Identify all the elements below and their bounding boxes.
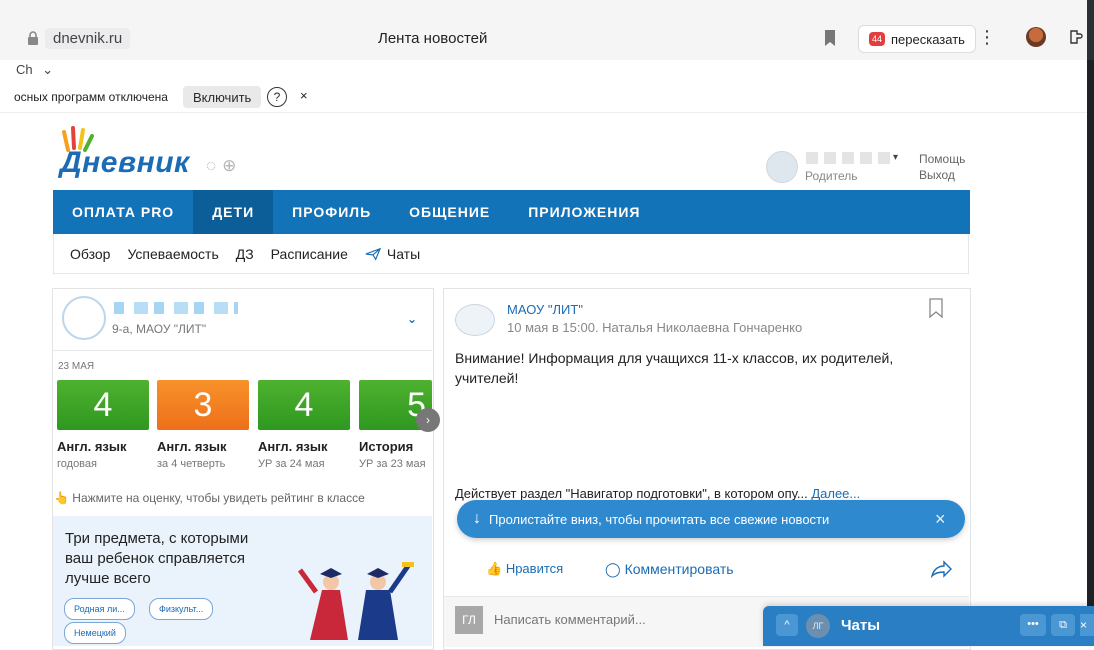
comment-bubble-icon: ◯ xyxy=(605,561,621,577)
divider xyxy=(53,350,432,351)
header-icons: ◌⊕ xyxy=(206,156,242,176)
grade-subject: История xyxy=(359,439,414,454)
profile-strip xyxy=(0,60,1094,82)
browser-menu-button[interactable]: ⋮ xyxy=(978,27,996,48)
grade-tile[interactable]: 4 xyxy=(258,380,350,430)
subnav-homework[interactable]: ДЗ xyxy=(236,246,254,262)
bookmark-icon[interactable] xyxy=(822,29,838,47)
read-more-link[interactable]: Далее... xyxy=(811,486,860,501)
retell-button[interactable]: 44 пересказать xyxy=(858,25,976,53)
post-preview: Действует раздел "Навигатор подготовки",… xyxy=(455,486,860,501)
child-avatar[interactable] xyxy=(62,296,106,340)
chevron-up-icon[interactable]: ^ xyxy=(776,614,798,636)
nav-communication[interactable]: ОБЩЕНИЕ xyxy=(390,190,509,234)
grade-note: УР за 24 мая xyxy=(258,458,325,470)
retell-badge-icon: 44 xyxy=(869,32,885,46)
nav-apps[interactable]: ПРИЛОЖЕНИЯ xyxy=(509,190,659,234)
retell-label: пересказать xyxy=(891,31,965,47)
window-edge xyxy=(1087,0,1094,60)
more-icon[interactable]: ••• xyxy=(1020,614,1046,636)
subnav-overview[interactable]: Обзор xyxy=(70,246,110,262)
subnav-chats[interactable]: Чаты xyxy=(365,246,420,262)
close-plugin-bar-button[interactable]: × xyxy=(300,88,308,103)
commenter-avatar: ГЛ xyxy=(455,606,483,634)
school-logo[interactable] xyxy=(455,304,495,336)
user-avatar[interactable] xyxy=(766,151,798,183)
plugin-message: осных программ отключена xyxy=(14,90,168,104)
enable-plugins-button[interactable]: Включить xyxy=(183,86,262,108)
arrow-down-icon: ↓ xyxy=(473,510,481,527)
user-name-redacted[interactable] xyxy=(806,152,892,164)
post-author[interactable]: МАОУ "ЛИТ" xyxy=(507,302,583,317)
grades-date: 23 МАЯ xyxy=(58,361,95,372)
post-meta: 10 мая в 15:00. Наталья Николаевна Гонча… xyxy=(507,320,803,335)
graduates-illustration xyxy=(297,562,414,640)
rating-hint-text: Нажмите на оценку, чтобы увидеть рейтинг… xyxy=(72,491,365,505)
nav-payment-pro[interactable]: ОПЛАТА PRO xyxy=(53,190,193,234)
close-icon[interactable]: × xyxy=(935,509,946,530)
grade-subject: Англ. язык xyxy=(57,439,127,454)
grade-note: УР за 23 мая xyxy=(359,458,426,470)
browser-page-title: Лента новостей xyxy=(378,30,488,47)
grade-tile[interactable]: 3 xyxy=(157,380,249,430)
thumbs-up-icon: 👍 xyxy=(486,561,503,576)
profile-switcher[interactable]: Ch ⌄ xyxy=(16,62,53,78)
address-bar[interactable]: dnevnik.ru xyxy=(27,26,131,50)
pointing-hand-icon: 👆 xyxy=(54,491,69,505)
close-icon[interactable]: × xyxy=(1080,614,1094,636)
grades-next-button[interactable]: › xyxy=(416,408,440,432)
chat-user-avatar: ЛГ xyxy=(806,614,830,638)
post-preview-text: Действует раздел "Навигатор подготовки",… xyxy=(455,486,808,501)
extension-icon[interactable] xyxy=(1068,28,1086,46)
main-nav: ОПЛАТА PRO ДЕТИ ПРОФИЛЬ ОБЩЕНИЕ ПРИЛОЖЕН… xyxy=(53,190,970,234)
help-link[interactable]: Помощь xyxy=(919,152,965,166)
site-logo[interactable]: Дневник xyxy=(60,146,190,180)
subnav-chats-label: Чаты xyxy=(386,245,421,262)
nav-children[interactable]: ДЕТИ xyxy=(193,190,274,234)
chats-title[interactable]: Чаты xyxy=(841,617,880,634)
subject-pill[interactable]: Физкульт... xyxy=(149,598,214,620)
rating-hint: 👆 Нажмите на оценку, чтобы увидеть рейти… xyxy=(54,491,365,505)
profile-label: Ch xyxy=(16,62,33,77)
logout-link[interactable]: Выход xyxy=(919,168,955,182)
comment-button[interactable]: ◯ Комментировать xyxy=(605,561,734,578)
subnav-progress[interactable]: Успеваемость xyxy=(127,246,218,262)
toast-text: Пролистайте вниз, чтобы прочитать все св… xyxy=(489,511,830,527)
chevron-down-icon[interactable]: ⌄ xyxy=(407,312,417,326)
child-class: 9-а, МАОУ "ЛИТ" xyxy=(112,322,207,336)
grade-subject: Англ. язык xyxy=(258,439,328,454)
nav-profile[interactable]: ПРОФИЛЬ xyxy=(273,190,390,234)
grade-note: за 4 четверть xyxy=(157,458,226,470)
comment-label: Комментировать xyxy=(624,561,734,577)
paper-plane-icon xyxy=(365,247,381,261)
grade-note: годовая xyxy=(57,458,97,470)
chevron-down-icon: ⌄ xyxy=(42,62,54,77)
globe-icon[interactable]: ⊕ xyxy=(222,156,242,175)
accessibility-icon[interactable]: ◌ xyxy=(206,156,222,175)
grade-subject: Англ. язык xyxy=(157,439,227,454)
like-label: Нравится xyxy=(505,561,564,576)
promo-title: Три предмета, с которыми ваш ребенок спр… xyxy=(65,530,249,587)
user-role: Родитель xyxy=(805,169,858,183)
share-icon[interactable] xyxy=(930,560,952,578)
subject-pill[interactable]: Родная ли... xyxy=(64,598,135,620)
help-circle-icon[interactable]: ? xyxy=(267,87,287,107)
address-domain[interactable]: dnevnik.ru xyxy=(45,27,131,49)
subnav-schedule[interactable]: Расписание xyxy=(271,246,348,262)
window-edge xyxy=(1087,60,1094,641)
profile-avatar-icon[interactable] xyxy=(1026,27,1046,47)
scroll-hint-toast[interactable]: ↓ Пролистайте вниз, чтобы прочитать все … xyxy=(457,500,965,538)
post-text: Внимание! Информация для учащихся 11-х к… xyxy=(455,350,894,386)
sub-nav: Обзор Успеваемость ДЗ Расписание Чаты xyxy=(53,234,969,274)
child-name-redacted[interactable] xyxy=(114,302,238,314)
comment-input[interactable]: Написать комментарий... xyxy=(494,612,646,627)
open-external-icon[interactable]: ⧉ xyxy=(1051,614,1075,636)
grade-tile[interactable]: 4 xyxy=(57,380,149,430)
bookmark-icon[interactable] xyxy=(928,298,944,318)
lock-icon xyxy=(28,31,38,45)
user-menu-caret-icon[interactable]: ▾ xyxy=(893,152,898,163)
like-button[interactable]: 👍 Нравится xyxy=(486,561,563,577)
